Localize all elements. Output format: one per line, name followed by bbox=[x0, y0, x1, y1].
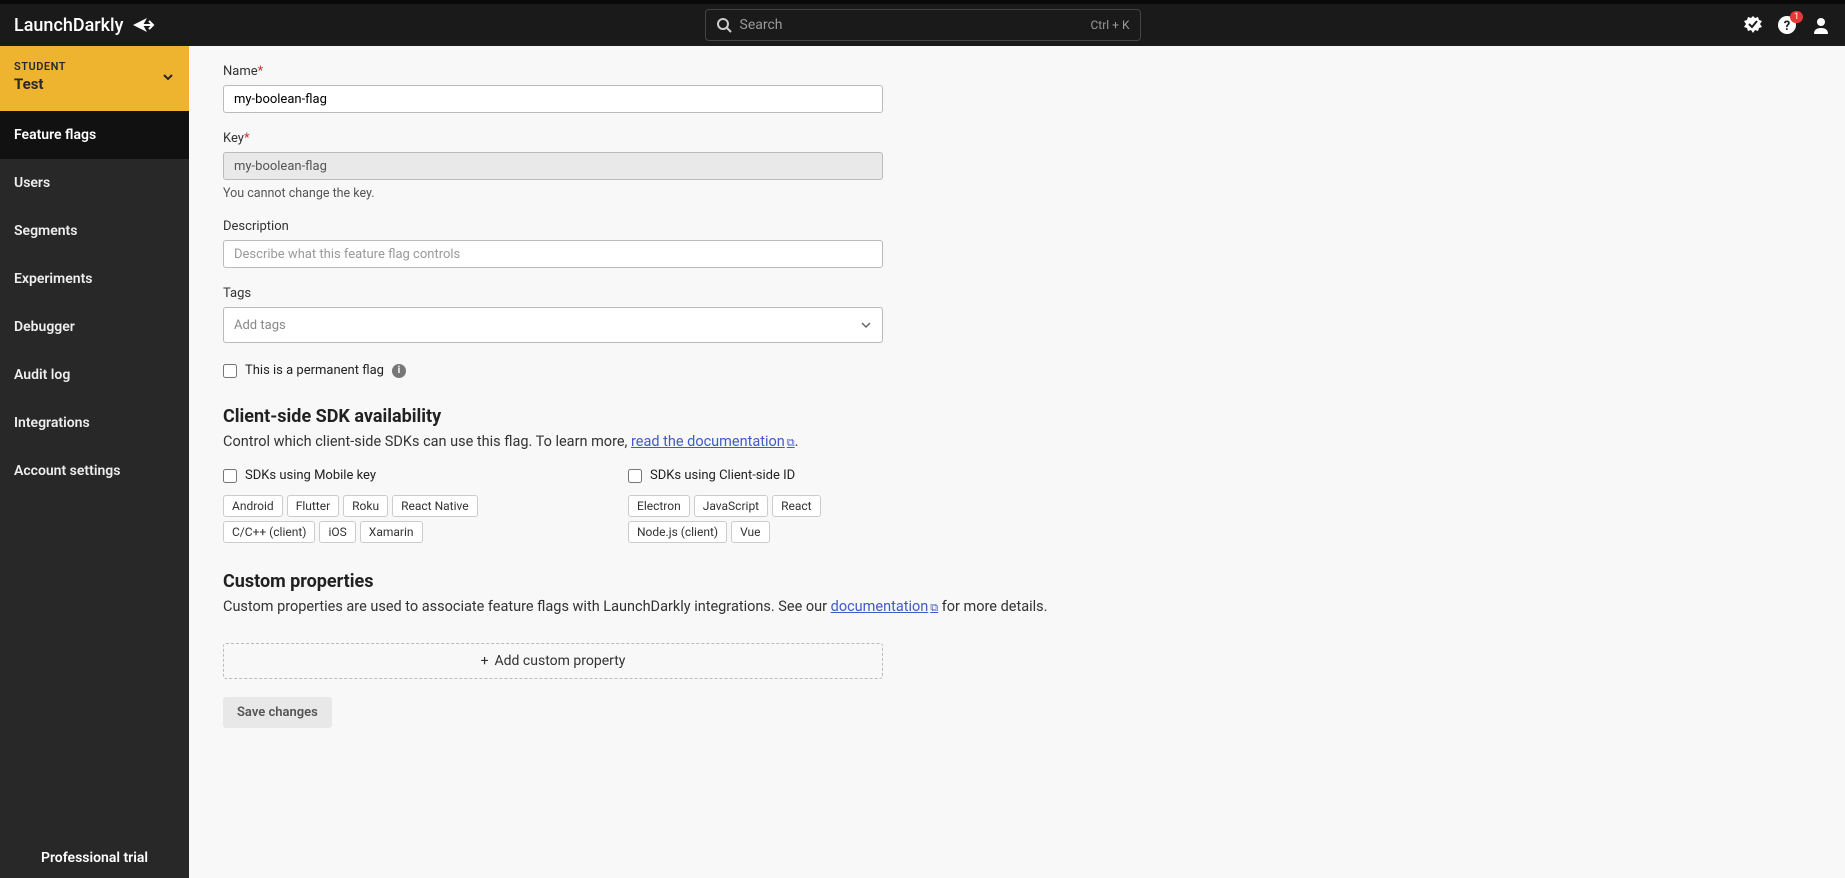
tags-placeholder: Add tags bbox=[234, 318, 286, 333]
help-badge: 1 bbox=[1790, 11, 1803, 23]
sdk-tag: JavaScript bbox=[694, 495, 768, 517]
sdk-tag: Android bbox=[223, 495, 283, 517]
layout: STUDENT Test Feature flags Users Segment… bbox=[0, 46, 1845, 878]
person-icon bbox=[1811, 15, 1831, 35]
name-group: Name* bbox=[223, 64, 883, 113]
name-input[interactable] bbox=[223, 85, 883, 113]
sdk-tag: C/C++ (client) bbox=[223, 521, 315, 543]
sdk-tag: Xamarin bbox=[360, 521, 423, 543]
sidebar-item-debugger[interactable]: Debugger bbox=[0, 303, 189, 351]
help-button[interactable]: ? 1 bbox=[1777, 15, 1797, 35]
permanent-flag-row: This is a permanent flag i bbox=[223, 363, 1811, 378]
sdk-tag: Vue bbox=[731, 521, 769, 543]
search-container: Ctrl + K bbox=[705, 9, 1141, 41]
plus-icon: + bbox=[481, 653, 489, 669]
notifications-button[interactable] bbox=[1743, 15, 1763, 35]
sdk-client-checkbox[interactable] bbox=[628, 469, 642, 483]
svg-text:?: ? bbox=[1784, 19, 1790, 34]
sdk-tag: iOS bbox=[319, 521, 355, 543]
permanent-flag-label: This is a permanent flag bbox=[245, 363, 384, 378]
add-custom-property-label: Add custom property bbox=[495, 653, 626, 669]
project-label: STUDENT bbox=[14, 60, 66, 73]
sidebar-footer[interactable]: Professional trial bbox=[0, 838, 189, 878]
top-bar: LaunchDarkly Ctrl + K ? 1 bbox=[0, 0, 1845, 46]
sdk-tag: Roku bbox=[343, 495, 388, 517]
sdk-tag: React Native bbox=[392, 495, 478, 517]
custom-props-title: Custom properties bbox=[223, 571, 1811, 592]
name-label: Name* bbox=[223, 64, 883, 79]
chevron-down-icon bbox=[161, 70, 175, 84]
user-menu-button[interactable] bbox=[1811, 15, 1831, 35]
permanent-flag-checkbox[interactable] bbox=[223, 364, 237, 378]
logo-arrow-icon bbox=[131, 16, 155, 34]
sdk-mobile-column: SDKs using Mobile key Android Flutter Ro… bbox=[223, 468, 518, 543]
external-link-icon: ⧉ bbox=[787, 436, 795, 449]
sidebar-item-segments[interactable]: Segments bbox=[0, 207, 189, 255]
sdk-tag: Electron bbox=[628, 495, 690, 517]
sdk-tag: Flutter bbox=[287, 495, 339, 517]
sdk-client-label: SDKs using Client-side ID bbox=[650, 468, 795, 483]
custom-props-desc: Custom properties are used to associate … bbox=[223, 598, 1811, 615]
sdk-client-column: SDKs using Client-side ID Electron JavaS… bbox=[628, 468, 923, 543]
sdk-section-title: Client-side SDK availability bbox=[223, 406, 1811, 427]
sdk-mobile-label: SDKs using Mobile key bbox=[245, 468, 376, 483]
chevron-down-icon bbox=[860, 319, 872, 331]
description-input[interactable] bbox=[223, 240, 883, 268]
logo-text: LaunchDarkly bbox=[14, 15, 123, 36]
tags-group: Tags Add tags bbox=[223, 286, 883, 343]
verified-icon bbox=[1743, 15, 1763, 35]
tags-input[interactable]: Add tags bbox=[223, 307, 883, 343]
custom-props-doc-link[interactable]: documentation⧉ bbox=[831, 598, 938, 615]
key-label: Key* bbox=[223, 131, 883, 146]
save-button[interactable]: Save changes bbox=[223, 697, 332, 728]
add-custom-property-button[interactable]: + Add custom property bbox=[223, 643, 883, 679]
sdk-mobile-tags: Android Flutter Roku React Native C/C++ … bbox=[223, 495, 518, 543]
sdk-tag: Node.js (client) bbox=[628, 521, 727, 543]
sidebar-item-users[interactable]: Users bbox=[0, 159, 189, 207]
external-link-icon: ⧉ bbox=[930, 601, 938, 614]
sidebar-item-experiments[interactable]: Experiments bbox=[0, 255, 189, 303]
sdk-mobile-checkbox[interactable] bbox=[223, 469, 237, 483]
sidebar-item-feature-flags[interactable]: Feature flags bbox=[0, 111, 189, 159]
main-content: Name* Key* You cannot change the key. De… bbox=[189, 46, 1845, 878]
project-name: Test bbox=[14, 75, 66, 93]
logo[interactable]: LaunchDarkly bbox=[14, 15, 155, 36]
sdk-doc-link[interactable]: read the documentation⧉ bbox=[631, 433, 795, 450]
sidebar-item-integrations[interactable]: Integrations bbox=[0, 399, 189, 447]
sdk-section-desc: Control which client-side SDKs can use t… bbox=[223, 433, 1811, 450]
info-icon[interactable]: i bbox=[392, 364, 406, 378]
key-input bbox=[223, 152, 883, 180]
sidebar-item-audit-log[interactable]: Audit log bbox=[0, 351, 189, 399]
search-shortcut: Ctrl + K bbox=[1090, 18, 1129, 32]
description-group: Description bbox=[223, 219, 883, 268]
sidebar-item-account-settings[interactable]: Account settings bbox=[0, 447, 189, 495]
key-group: Key* You cannot change the key. bbox=[223, 131, 883, 201]
key-help-text: You cannot change the key. bbox=[223, 186, 883, 201]
sidebar: STUDENT Test Feature flags Users Segment… bbox=[0, 46, 189, 878]
search-icon bbox=[716, 17, 732, 33]
sdk-columns: SDKs using Mobile key Android Flutter Ro… bbox=[223, 468, 923, 543]
sdk-tag: React bbox=[772, 495, 821, 517]
search-input[interactable] bbox=[740, 17, 1091, 33]
search-box[interactable]: Ctrl + K bbox=[705, 9, 1141, 41]
description-label: Description bbox=[223, 219, 883, 234]
tags-label: Tags bbox=[223, 286, 883, 301]
project-switcher[interactable]: STUDENT Test bbox=[0, 46, 189, 111]
topbar-right: ? 1 bbox=[1743, 15, 1831, 35]
sdk-client-tags: Electron JavaScript React Node.js (clien… bbox=[628, 495, 923, 543]
